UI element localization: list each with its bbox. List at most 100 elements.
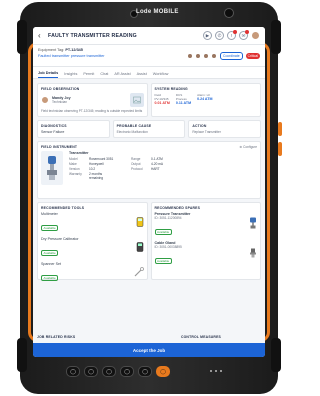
- tab-workflow[interactable]: Workflow: [153, 72, 169, 78]
- spec-value: 10.2: [89, 167, 96, 171]
- list-item[interactable]: Cable Gland ID: 3051-00038895 Available: [154, 241, 258, 267]
- card-title: RECOMMENDED TOOLS: [41, 206, 85, 210]
- calibrator-icon: [136, 239, 144, 257]
- notification-icon[interactable]: !: [227, 30, 237, 40]
- equipment-bar: Equipment Tag: PT-12/345 Faulted transmi…: [33, 45, 265, 67]
- list-item[interactable]: Spanner Set Available: [41, 262, 144, 284]
- tab-chat[interactable]: Chat: [100, 72, 108, 78]
- card-title: PROBABLE CAUSE: [116, 124, 152, 128]
- avatar: [195, 52, 202, 59]
- tab-insights[interactable]: Insights: [64, 72, 77, 78]
- observer-role: Technician: [52, 100, 68, 104]
- indicator-leds: [210, 370, 222, 372]
- video-icon[interactable]: ▶: [203, 31, 212, 40]
- reading-value: 0.01 ATM: [154, 101, 170, 105]
- list-item[interactable]: Dry Pressure Calibrator Available: [41, 237, 144, 259]
- rugged-tablet: Lode MOBILE ‹ FAULTY TRANSMITTER READING…: [17, 2, 282, 394]
- hardware-key[interactable]: ◯: [66, 366, 80, 377]
- hardware-key[interactable]: ◯: [120, 366, 134, 377]
- reading-value: 0.11 ATM: [175, 101, 192, 105]
- transmitter-icon: [41, 151, 63, 185]
- back-arrow-icon[interactable]: ‹: [38, 31, 48, 40]
- led: [215, 370, 217, 372]
- tool-name: Dry Pressure Calibrator: [41, 237, 79, 241]
- camera-icon: [224, 8, 234, 18]
- field-observation-card: FIELD OBSERVATION Mandy Joy Technician F…: [37, 83, 148, 117]
- spec-value: 2 months remaining: [89, 172, 103, 180]
- cable-gland-icon: [249, 245, 257, 263]
- tool-name: Spanner Set: [41, 262, 61, 266]
- avatar: [41, 96, 49, 104]
- multimeter-icon: [136, 214, 144, 232]
- equipment-tag-label: Equipment Tag:: [38, 48, 65, 52]
- led: [220, 370, 222, 372]
- tab-bar: Job Details Insights Permit Chat AR Assi…: [33, 67, 265, 79]
- recommended-spares-card: RECOMMENDED SPARES Pressure Transmitter …: [150, 202, 261, 280]
- probable-cause-value: Electronic Malfunction: [116, 130, 148, 134]
- spec-key: Protocol: [131, 167, 143, 171]
- field-instrument-card: FIELD INSTRUMENT ⚙ Configure Transmitter…: [37, 141, 261, 199]
- tab-ar-assist[interactable]: AR Assist: [114, 72, 130, 78]
- observation-note: Field technician observing PT-12/345; re…: [41, 109, 143, 113]
- status-badge: Available: [154, 258, 172, 264]
- equipment-subtitle[interactable]: Faulted transmitter pressure transmitter: [38, 54, 104, 58]
- tab-permit[interactable]: Permit: [83, 72, 94, 78]
- stage: Lode MOBILE ‹ FAULTY TRANSMITTER READING…: [0, 0, 290, 396]
- hardware-key[interactable]: ◯: [84, 366, 98, 377]
- card-title: FIELD INSTRUMENT: [41, 145, 78, 149]
- avatar: [211, 52, 218, 59]
- card-title: SYSTEM READING: [154, 87, 188, 91]
- bumper: [271, 338, 281, 372]
- spec-key: Make: [69, 162, 77, 166]
- phone-icon[interactable]: ✆: [215, 31, 224, 40]
- side-button[interactable]: [278, 142, 282, 156]
- job-risks-title: JOB RELATED RISKS: [37, 335, 76, 339]
- hardware-key[interactable]: ◯: [102, 366, 116, 377]
- spec-key: Range: [131, 157, 141, 161]
- spec-key: Version: [69, 167, 80, 171]
- hardware-keys: ◯ ◯ ◯ ◯ ◯ ◯: [66, 366, 170, 377]
- tab-assist[interactable]: Assist: [137, 72, 147, 78]
- image-icon[interactable]: [129, 93, 144, 107]
- hardware-key[interactable]: ◯: [156, 366, 170, 377]
- instrument-name: Transmitter: [69, 151, 89, 155]
- probable-cause-card: PROBABLE CAUSE Electronic Malfunction: [112, 120, 186, 138]
- configure-label: Configure: [243, 145, 257, 149]
- action-card: ACTION Replace Transmitter: [188, 120, 262, 138]
- tool-name: Multimeter: [41, 212, 58, 216]
- status-badge: Available: [41, 250, 59, 256]
- spec-value: HART: [151, 167, 160, 171]
- lower-section-headers: JOB RELATED RISKS CONTROL MEASURES: [37, 335, 261, 341]
- card-title: DIAGNOSTICS: [41, 124, 67, 128]
- led: [210, 370, 212, 372]
- spec-value: 0-1 ATM: [151, 157, 163, 161]
- card-title: FIELD OBSERVATION: [41, 87, 80, 91]
- spec-key: Model: [69, 157, 78, 161]
- spanner-icon: [134, 264, 144, 282]
- status-badge: Available: [41, 275, 59, 281]
- list-item[interactable]: Multimeter Available: [41, 212, 144, 234]
- avatar: [203, 52, 210, 59]
- tab-job-details[interactable]: Job Details: [38, 71, 59, 78]
- avatar[interactable]: [251, 31, 260, 40]
- hardware-key[interactable]: ◯: [138, 366, 152, 377]
- card-title: RECOMMENDED SPARES: [154, 206, 201, 210]
- spec-key: Warranty: [69, 172, 82, 176]
- control-measures-title: CONTROL MEASURES: [180, 335, 221, 339]
- device-brand: Lode MOBILE: [136, 9, 179, 15]
- spec-value: 4-20 mA: [151, 162, 164, 166]
- transmitter-icon: [249, 216, 257, 234]
- system-reading-card: SYSTEM READING Field PV-10/345 0.01 ATM …: [150, 83, 261, 117]
- accept-job-button[interactable]: Accept the Job: [33, 343, 265, 357]
- spare-id: ID: 3051-11200894: [154, 216, 182, 220]
- app-header: ‹ FAULTY TRANSMITTER READING ▶ ✆ ! ✉: [33, 27, 265, 45]
- side-button[interactable]: [278, 122, 282, 136]
- list-item[interactable]: Pressure Transmitter ID: 3051-11200894 A…: [154, 212, 258, 238]
- reading-value: 0.24 ATM: [197, 97, 213, 101]
- configure-link[interactable]: ⚙ Configure: [239, 145, 257, 151]
- card-title: ACTION: [192, 124, 207, 128]
- avatar: [187, 52, 194, 59]
- chat-icon[interactable]: ✉: [239, 30, 249, 40]
- equipment-tag-value: PT-12/345: [65, 48, 83, 52]
- coordinate-pill[interactable]: Coordinate: [220, 51, 243, 60]
